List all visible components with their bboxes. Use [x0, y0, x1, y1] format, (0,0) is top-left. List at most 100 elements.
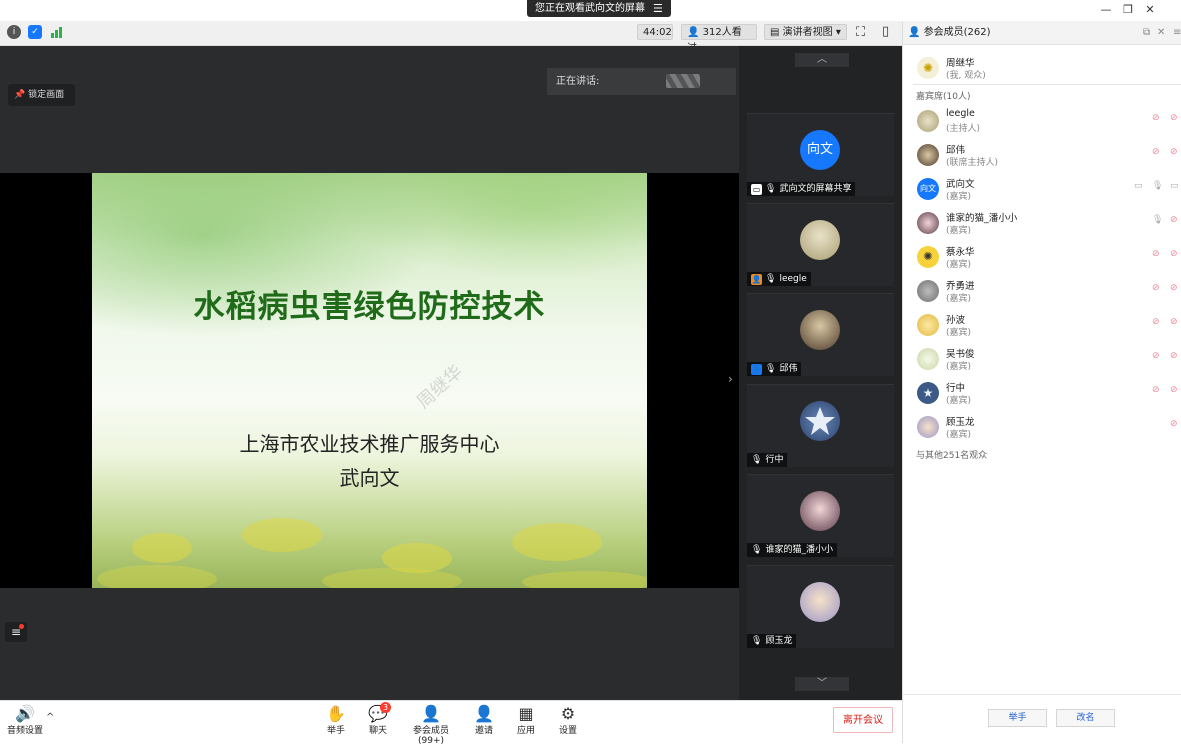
- gear-icon: ⚙: [560, 704, 576, 723]
- camera-icon[interactable]: ▭: [1170, 181, 1179, 191]
- avatar: [917, 110, 939, 132]
- avatar: [800, 491, 840, 531]
- avatar: [800, 220, 840, 260]
- settings-button[interactable]: ⚙ 设置: [554, 704, 582, 737]
- avatar: ✺: [917, 246, 939, 268]
- member-wuxiangwen[interactable]: 向文 武向文 (嘉宾) ▭ 🎙 ▭: [913, 173, 1181, 207]
- hand-icon: ✋: [326, 704, 346, 723]
- thumbnail-label: 👤 🎙 leegle: [747, 272, 811, 286]
- view-mode-select[interactable]: ▤ 演讲者视图 ▾: [764, 24, 847, 40]
- chevron-up-icon: ︿: [817, 54, 827, 65]
- member-qiaoyongjin[interactable]: 乔勇进 (嘉宾) ⊘ ⊘: [913, 275, 1181, 309]
- member-leegle[interactable]: leegle (主持人) ⊘ ⊘: [913, 105, 1181, 139]
- member-sunbo[interactable]: 孙波 (嘉宾) ⊘ ⊘: [913, 309, 1181, 343]
- avatar: [917, 212, 939, 234]
- thumbnail-panxiaoxiao[interactable]: 🎙 谁家的猫_潘小小: [747, 474, 894, 557]
- member-xingzhong[interactable]: ★ 行中 (嘉宾) ⊘ ⊘: [913, 377, 1181, 411]
- mic-muted-icon[interactable]: ⊘: [1152, 113, 1160, 123]
- thumbnail-label: 🎙 行中: [747, 453, 788, 467]
- camera-off-icon[interactable]: ⊘: [1170, 385, 1178, 395]
- menu-icon[interactable]: ☰: [653, 0, 663, 17]
- camera-off-icon[interactable]: ⊘: [1170, 113, 1178, 123]
- fullscreen-icon[interactable]: ⛶: [856, 25, 865, 40]
- shield-icon[interactable]: ✓: [28, 25, 42, 39]
- camera-off-icon[interactable]: ⊘: [1170, 215, 1178, 225]
- mic-muted-icon[interactable]: ⊘: [1152, 283, 1160, 293]
- thumbnail-qiuwei[interactable]: 👤 🎙 邱伟: [747, 293, 894, 376]
- camera-off-icon[interactable]: ⊘: [1170, 147, 1178, 157]
- avatar: [800, 582, 840, 622]
- slide-organization: 上海市农业技术推广服务中心: [239, 432, 500, 456]
- mic-muted-icon[interactable]: ⊘: [1152, 317, 1160, 327]
- member-caiyonghua[interactable]: ✺ 蔡永华 (嘉宾) ⊘ ⊘: [913, 241, 1181, 275]
- sidebar-toggle-icon[interactable]: ▯: [882, 24, 889, 39]
- avatar: ✺: [917, 57, 939, 79]
- avatar: ★: [917, 382, 939, 404]
- apps-button[interactable]: ▦ 应用: [512, 705, 540, 737]
- chat-button[interactable]: 💬 聊天 3: [364, 702, 392, 736]
- lock-view-label: 锁定画面: [28, 90, 65, 100]
- mic-muted-icon[interactable]: ⊘: [1152, 385, 1160, 395]
- camera-off-icon[interactable]: ⊘: [1170, 317, 1178, 327]
- members-button[interactable]: 👤 参会成员(99+): [402, 705, 460, 746]
- member-panxiaoxiao[interactable]: 谁家的猫_潘小小 (嘉宾) 🎙 ⊘: [913, 207, 1181, 241]
- mic-muted-icon[interactable]: ⊘: [1170, 419, 1178, 429]
- chat-badge: 3: [380, 702, 391, 713]
- audio-settings-button[interactable]: 🔊 音频设置: [4, 704, 46, 737]
- scroll-up-button[interactable]: ︿: [795, 53, 849, 67]
- speaker-name-blur: [666, 74, 700, 88]
- speaking-label: 正在讲话:: [556, 76, 600, 87]
- mic-muted-icon[interactable]: ⊘: [1152, 147, 1160, 157]
- thumbnail-label: 🎙 谁家的猫_潘小小: [747, 543, 837, 557]
- member-wushujun[interactable]: 吴书俊 (嘉宾) ⊘ ⊘: [913, 343, 1181, 377]
- leave-meeting-button[interactable]: 离开会议: [833, 707, 893, 733]
- member-self[interactable]: ✺ 周继华 (我, 观众): [913, 52, 1181, 86]
- info-icon[interactable]: i: [7, 25, 21, 39]
- thumbnail-label: 👤 🎙 邱伟: [747, 362, 802, 376]
- chevron-down-icon: ▾: [835, 27, 841, 38]
- attendance-button[interactable]: 👤 312人看过: [681, 24, 757, 54]
- watermark: 周继华: [412, 361, 468, 413]
- scroll-down-button[interactable]: ﹀: [795, 677, 849, 691]
- close-icon[interactable]: ✕: [1157, 21, 1165, 45]
- invite-button[interactable]: 👤 邀请: [470, 705, 498, 737]
- panel-raise-hand-button[interactable]: 举手: [988, 709, 1047, 727]
- speaker-icon: 🔊: [15, 704, 35, 723]
- close-button[interactable]: ✕: [1141, 2, 1159, 18]
- view-mode-label: 演讲者视图: [782, 27, 833, 38]
- mic-muted-icon[interactable]: ⊘: [1152, 351, 1160, 361]
- avatar: [917, 416, 939, 438]
- rename-button[interactable]: 改名: [1056, 709, 1115, 727]
- signal-icon[interactable]: [50, 26, 63, 38]
- chevron-up-icon[interactable]: ^: [46, 712, 54, 723]
- camera-off-icon[interactable]: ⊘: [1170, 351, 1178, 361]
- host-icon: 👤: [751, 273, 762, 285]
- video-toolbar: i ✓ 44:02 👤 312人看过 ▤ 演讲者视图 ▾ ⛶ ▯: [0, 21, 902, 54]
- slide-author: 武向文: [339, 466, 400, 490]
- minimize-button[interactable]: —: [1097, 2, 1115, 18]
- camera-off-icon[interactable]: ⊘: [1170, 283, 1178, 293]
- raise-hand-button[interactable]: ✋ 举手: [322, 704, 350, 737]
- notification-dot: [19, 624, 24, 629]
- popout-icon[interactable]: ⧉: [1143, 21, 1150, 45]
- list-icon[interactable]: ≡: [5, 622, 27, 642]
- other-viewers-count: 与其他251名观众: [916, 451, 988, 461]
- mic-muted-icon: 🎙: [765, 274, 777, 284]
- thumbnail-leegle[interactable]: 👤 🎙 leegle: [747, 203, 894, 286]
- menu-icon[interactable]: ≡: [1173, 21, 1181, 45]
- thumbnail-screen-share[interactable]: 向文 ▭ 🎙 武向文的屏幕共享: [747, 113, 894, 196]
- avatar: [917, 144, 939, 166]
- chevron-right-icon[interactable]: ›: [728, 372, 733, 386]
- thumbnail-xingzhong[interactable]: 🎙 行中: [747, 384, 894, 467]
- member-guyulong[interactable]: 顾玉龙 (嘉宾) ⊘: [913, 411, 1181, 445]
- restore-button[interactable]: ❐: [1119, 2, 1137, 18]
- mic-muted-icon[interactable]: ⊘: [1152, 249, 1160, 259]
- lock-view-button[interactable]: 📌 锁定画面: [8, 84, 75, 106]
- thumbnail-guyulong[interactable]: 🎙 顾玉龙: [747, 565, 894, 648]
- divider: [913, 84, 1181, 85]
- camera-off-icon[interactable]: ⊘: [1170, 249, 1178, 259]
- member-qiuwei[interactable]: 邱伟 (联席主持人) ⊘ ⊘: [913, 139, 1181, 173]
- thumbnail-label: ▭ 🎙 武向文的屏幕共享: [747, 182, 856, 196]
- mic-icon[interactable]: 🎙: [1152, 215, 1163, 225]
- mic-icon[interactable]: 🎙: [1152, 181, 1163, 191]
